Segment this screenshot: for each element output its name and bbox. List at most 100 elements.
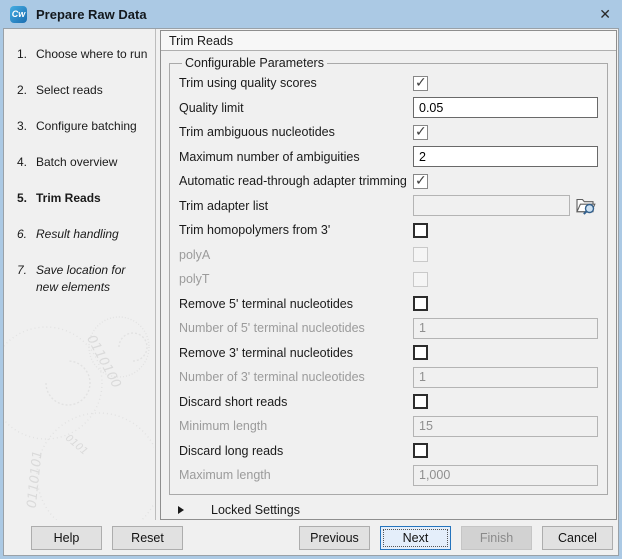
param-row-trim-ambiguous: Trim ambiguous nucleotides — [179, 120, 598, 145]
num3-input — [413, 367, 598, 388]
step-label: Choose where to run — [36, 46, 150, 63]
step-label: Trim Reads — [36, 190, 150, 207]
param-row-max-length: Maximum length — [179, 463, 598, 488]
step-number: 3. — [17, 118, 36, 135]
discard-long-checkbox[interactable] — [413, 443, 428, 458]
param-row-num5: Number of 5' terminal nucleotides — [179, 316, 598, 341]
polya-checkbox — [413, 247, 428, 262]
locked-settings-label: Locked Settings — [211, 503, 300, 517]
discard-short-checkbox[interactable] — [413, 394, 428, 409]
param-label: Maximum number of ambiguities — [179, 150, 413, 164]
polyt-checkbox — [413, 272, 428, 287]
sidebar-step-3: 3. Configure batching — [17, 118, 150, 135]
min-length-input — [413, 416, 598, 437]
param-row-homopolymers: Trim homopolymers from 3' — [179, 218, 598, 243]
param-row-num3: Number of 3' terminal nucleotides — [179, 365, 598, 390]
step-label: Batch overview — [36, 154, 150, 171]
sidebar-step-2: 2. Select reads — [17, 82, 150, 99]
sidebar-step-1: 1. Choose where to run — [17, 46, 150, 63]
param-row-max-ambiguities: Maximum number of ambiguities — [179, 145, 598, 170]
configurable-parameters-group: Configurable Parameters Trim using quali… — [169, 56, 608, 495]
param-label: polyA — [179, 248, 413, 262]
param-label: Trim ambiguous nucleotides — [179, 125, 413, 139]
param-row-polya: polyA — [179, 243, 598, 268]
max-length-input — [413, 465, 598, 486]
previous-button[interactable]: Previous — [299, 526, 370, 550]
folder-search-icon — [575, 196, 597, 215]
wizard-steps-sidebar: 1. Choose where to run 2. Select reads 3… — [4, 29, 156, 520]
reset-button[interactable]: Reset — [112, 526, 183, 550]
locked-settings-expander[interactable]: Locked Settings — [178, 503, 609, 517]
param-row-discard-short: Discard short reads — [179, 390, 598, 415]
param-label: Quality limit — [179, 101, 413, 115]
param-label: Remove 3' terminal nucleotides — [179, 346, 413, 360]
adapter-list-input — [413, 195, 570, 216]
prepare-raw-data-dialog: Cw Prepare Raw Data ✕ 1. Choose where to… — [0, 0, 622, 559]
svg-text:0110100: 0110100 — [83, 333, 123, 391]
title-bar[interactable]: Cw Prepare Raw Data ✕ — [3, 0, 619, 28]
num5-input — [413, 318, 598, 339]
dialog-button-bar: Help Reset Previous Next Finish Cancel — [4, 520, 618, 555]
param-label: Maximum length — [179, 468, 413, 482]
param-label: Trim homopolymers from 3' — [179, 223, 413, 237]
content-row: 1. Choose where to run 2. Select reads 3… — [4, 29, 618, 520]
remove5-checkbox[interactable] — [413, 296, 428, 311]
param-label: Discard long reads — [179, 444, 413, 458]
help-button[interactable]: Help — [31, 526, 102, 550]
sidebar-step-7: 7. Save location for new elements — [17, 262, 150, 296]
svg-text:0101: 0101 — [63, 433, 90, 458]
sidebar-step-6: 6. Result handling — [17, 226, 150, 243]
step-label: Configure batching — [36, 118, 150, 135]
param-label: Number of 5' terminal nucleotides — [179, 321, 413, 335]
param-row-auto-adapter: Automatic read-through adapter trimming — [179, 169, 598, 194]
auto-adapter-checkbox[interactable] — [413, 174, 428, 189]
app-logo-icon: Cw — [10, 6, 27, 23]
close-icon[interactable]: ✕ — [583, 0, 611, 28]
param-label: polyT — [179, 272, 413, 286]
group-label: Configurable Parameters — [182, 56, 327, 70]
finish-button: Finish — [461, 526, 532, 550]
step-number: 6. — [17, 226, 36, 243]
param-row-adapter-list: Trim adapter list — [179, 194, 598, 219]
param-row-remove3: Remove 3' terminal nucleotides — [179, 341, 598, 366]
window-title: Prepare Raw Data — [36, 7, 147, 22]
homopolymers-checkbox[interactable] — [413, 223, 428, 238]
sidebar-step-5-current: 5. Trim Reads — [17, 190, 150, 207]
remove3-checkbox[interactable] — [413, 345, 428, 360]
binary-spiral-watermark-icon: 0110100 0110101 0101 — [4, 305, 154, 520]
step-number: 7. — [17, 262, 36, 296]
step-number: 4. — [17, 154, 36, 171]
step-label: Result handling — [36, 226, 150, 243]
quality-limit-input[interactable] — [413, 97, 598, 118]
step-label: Select reads — [36, 82, 150, 99]
step-number: 5. — [17, 190, 36, 207]
max-ambiguities-input[interactable] — [413, 146, 598, 167]
param-label: Number of 3' terminal nucleotides — [179, 370, 413, 384]
panel-content: Configurable Parameters Trim using quali… — [161, 51, 616, 519]
cancel-button[interactable]: Cancel — [542, 526, 613, 550]
param-label: Trim using quality scores — [179, 76, 413, 90]
step-label: Save location for new elements — [36, 262, 150, 296]
param-row-trim-quality: Trim using quality scores — [179, 71, 598, 96]
param-label: Trim adapter list — [179, 199, 413, 213]
param-label: Remove 5' terminal nucleotides — [179, 297, 413, 311]
trim-reads-panel: Trim Reads Configurable Parameters Trim … — [160, 30, 617, 520]
expander-triangle-icon — [178, 506, 184, 514]
step-number: 1. — [17, 46, 36, 63]
sidebar-step-4: 4. Batch overview — [17, 154, 150, 171]
param-row-min-length: Minimum length — [179, 414, 598, 439]
nav-button-group: Previous Next Finish Cancel — [299, 526, 613, 550]
dialog-body: 1. Choose where to run 2. Select reads 3… — [3, 28, 619, 556]
browse-adapter-list-button[interactable] — [574, 196, 598, 216]
next-button[interactable]: Next — [380, 526, 451, 550]
step-number: 2. — [17, 82, 36, 99]
param-row-quality-limit: Quality limit — [179, 96, 598, 121]
param-row-remove5: Remove 5' terminal nucleotides — [179, 292, 598, 317]
param-label: Discard short reads — [179, 395, 413, 409]
param-row-discard-long: Discard long reads — [179, 439, 598, 464]
trim-quality-checkbox[interactable] — [413, 76, 428, 91]
trim-ambiguous-checkbox[interactable] — [413, 125, 428, 140]
param-row-polyt: polyT — [179, 267, 598, 292]
param-label: Automatic read-through adapter trimming — [179, 174, 413, 188]
panel-title: Trim Reads — [161, 31, 616, 51]
